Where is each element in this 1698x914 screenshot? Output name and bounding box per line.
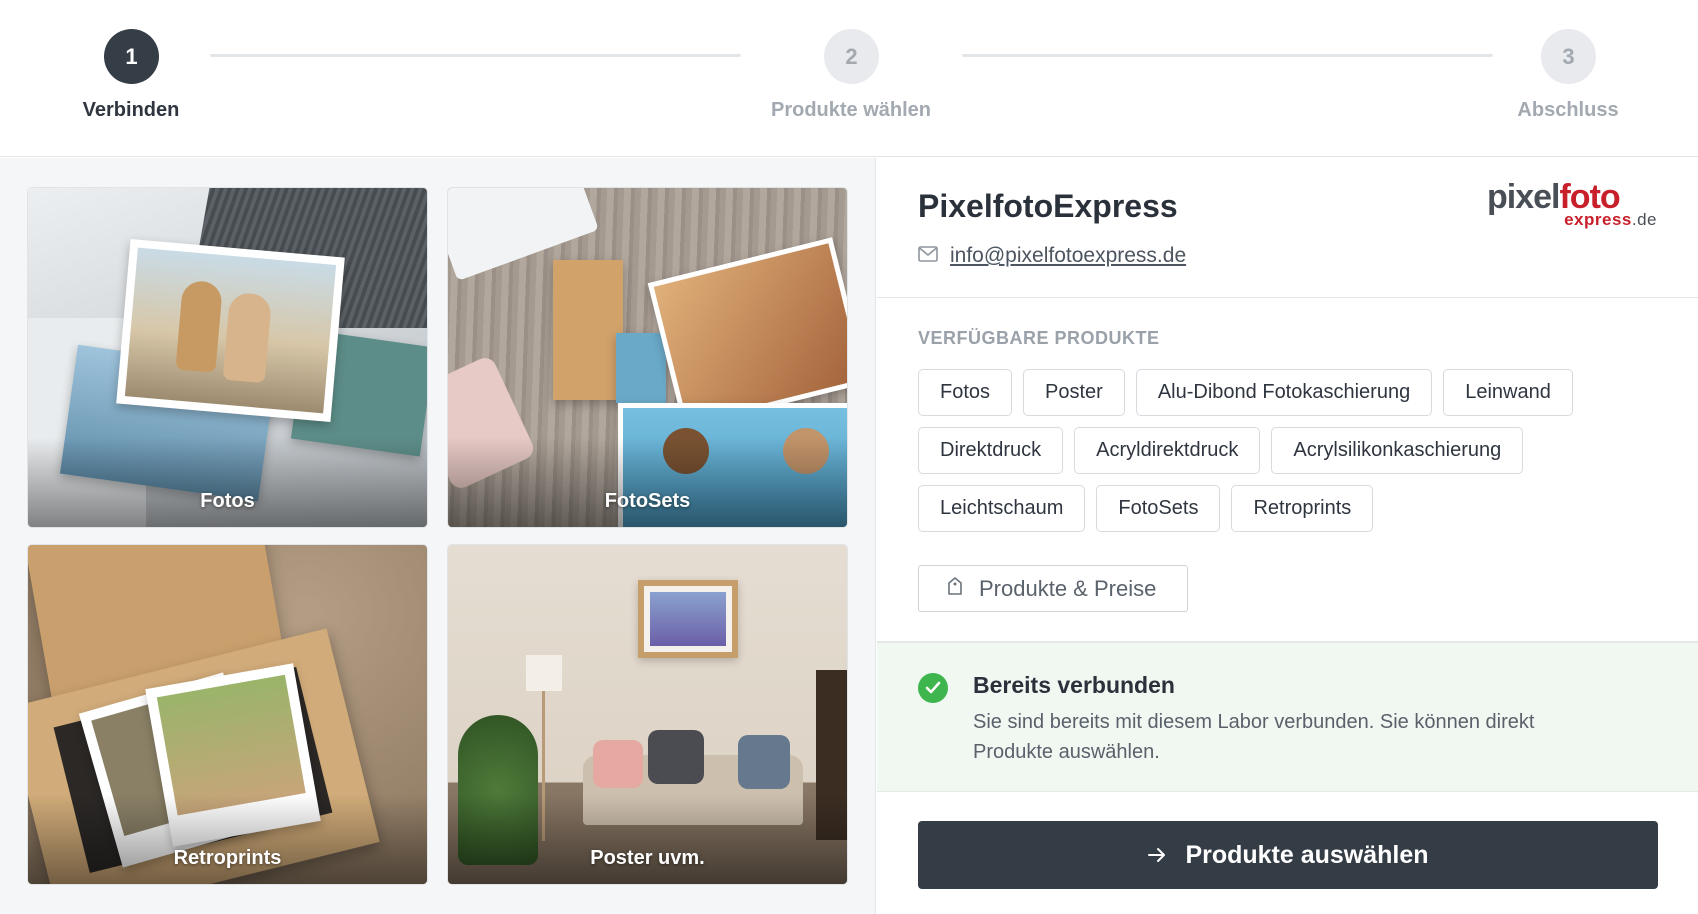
step-3-label: Abschluss	[1517, 99, 1619, 121]
chip-row: Direktdruck Acryldirektdruck Acrylsiliko…	[918, 427, 1678, 474]
product-chip: Acrylsilikonkaschierung	[1271, 427, 1524, 474]
tile-shade	[28, 437, 427, 527]
tile-shade	[448, 437, 847, 527]
product-chip: Retroprints	[1231, 485, 1374, 532]
email-row: info@pixelfotoexpress.de	[918, 244, 1186, 268]
gallery-tile-retroprints[interactable]: Retroprints	[27, 544, 428, 885]
check-circle-icon	[918, 673, 948, 703]
tile-shade	[28, 794, 427, 884]
tile-label: FotoSets	[604, 490, 691, 512]
arrow-right-icon	[1147, 841, 1167, 870]
step-1-label: Verbinden	[82, 99, 180, 121]
logo-part-1: pixel	[1487, 178, 1560, 216]
step-2-label: Produkte wählen	[770, 99, 932, 121]
product-chip: Direktdruck	[918, 427, 1064, 474]
products-prices-button[interactable]: Produkte & Preise	[918, 565, 1188, 612]
step-1-circle: 1	[104, 29, 159, 84]
step-3-number: 3	[1562, 43, 1575, 69]
progress-stepper: 1 Verbinden 2 Produkte wählen 3 Abschlus…	[0, 0, 1698, 157]
product-chip: Leichtschaum	[918, 485, 1086, 532]
tile-label: Poster uvm.	[590, 847, 705, 869]
chip-row: Leichtschaum FotoSets Retroprints	[918, 485, 1678, 532]
product-chip: Fotos	[918, 369, 1013, 416]
tile-label: Fotos	[200, 490, 255, 512]
email-link[interactable]: info@pixelfotoexpress.de	[950, 244, 1186, 268]
products-section-title: VERFÜGBARE PRODUKTE	[918, 328, 1160, 348]
product-gallery: Fotos FotoSets Retroprints Poster uvm.	[0, 158, 876, 914]
step-2-circle: 2	[824, 29, 879, 84]
lab-logo: pixelfoto express.de	[1487, 180, 1657, 229]
gallery-tile-poster[interactable]: Poster uvm.	[447, 544, 848, 885]
product-chip: Alu-Dibond Fotokaschierung	[1135, 369, 1433, 416]
step-1-number: 1	[125, 43, 138, 69]
price-tag-icon	[947, 576, 963, 602]
divider	[877, 297, 1698, 298]
notice-text: Sie sind bereits mit diesem Labor verbun…	[973, 711, 1535, 763]
chip-row: Fotos Poster Alu-Dibond Fotokaschierung …	[918, 369, 1678, 416]
select-products-label: Produkte auswählen	[1185, 840, 1429, 869]
product-chip: Poster	[1023, 369, 1125, 416]
lab-name: PixelfotoExpress	[918, 188, 1178, 224]
gallery-tile-fotosets[interactable]: FotoSets	[447, 187, 848, 528]
gallery-tile-fotos[interactable]: Fotos	[27, 187, 428, 528]
product-chip-list: Fotos Poster Alu-Dibond Fotokaschierung …	[918, 369, 1678, 543]
product-chip: Leinwand	[1443, 369, 1573, 416]
product-chip: Acryldirektdruck	[1074, 427, 1261, 474]
products-prices-label: Produkte & Preise	[979, 575, 1157, 601]
notice-title: Bereits verbunden	[973, 672, 1175, 698]
step-connector-2	[962, 54, 1493, 57]
logo-part-3: express	[1564, 210, 1632, 229]
tile-label: Retroprints	[173, 847, 282, 869]
logo-part-4: .de	[1631, 210, 1657, 229]
step-3-circle: 3	[1541, 29, 1596, 84]
tile-shade	[448, 794, 847, 884]
step-2-number: 2	[845, 43, 858, 69]
step-connector-1	[210, 54, 741, 57]
mail-icon	[918, 245, 938, 267]
connected-notice: Bereits verbunden Sie sind bereits mit d…	[877, 642, 1698, 792]
product-chip: FotoSets	[1096, 485, 1221, 532]
select-products-button[interactable]: Produkte auswählen	[918, 821, 1658, 889]
lab-details-panel: PixelfotoExpress pixelfoto express.de in…	[877, 158, 1698, 914]
